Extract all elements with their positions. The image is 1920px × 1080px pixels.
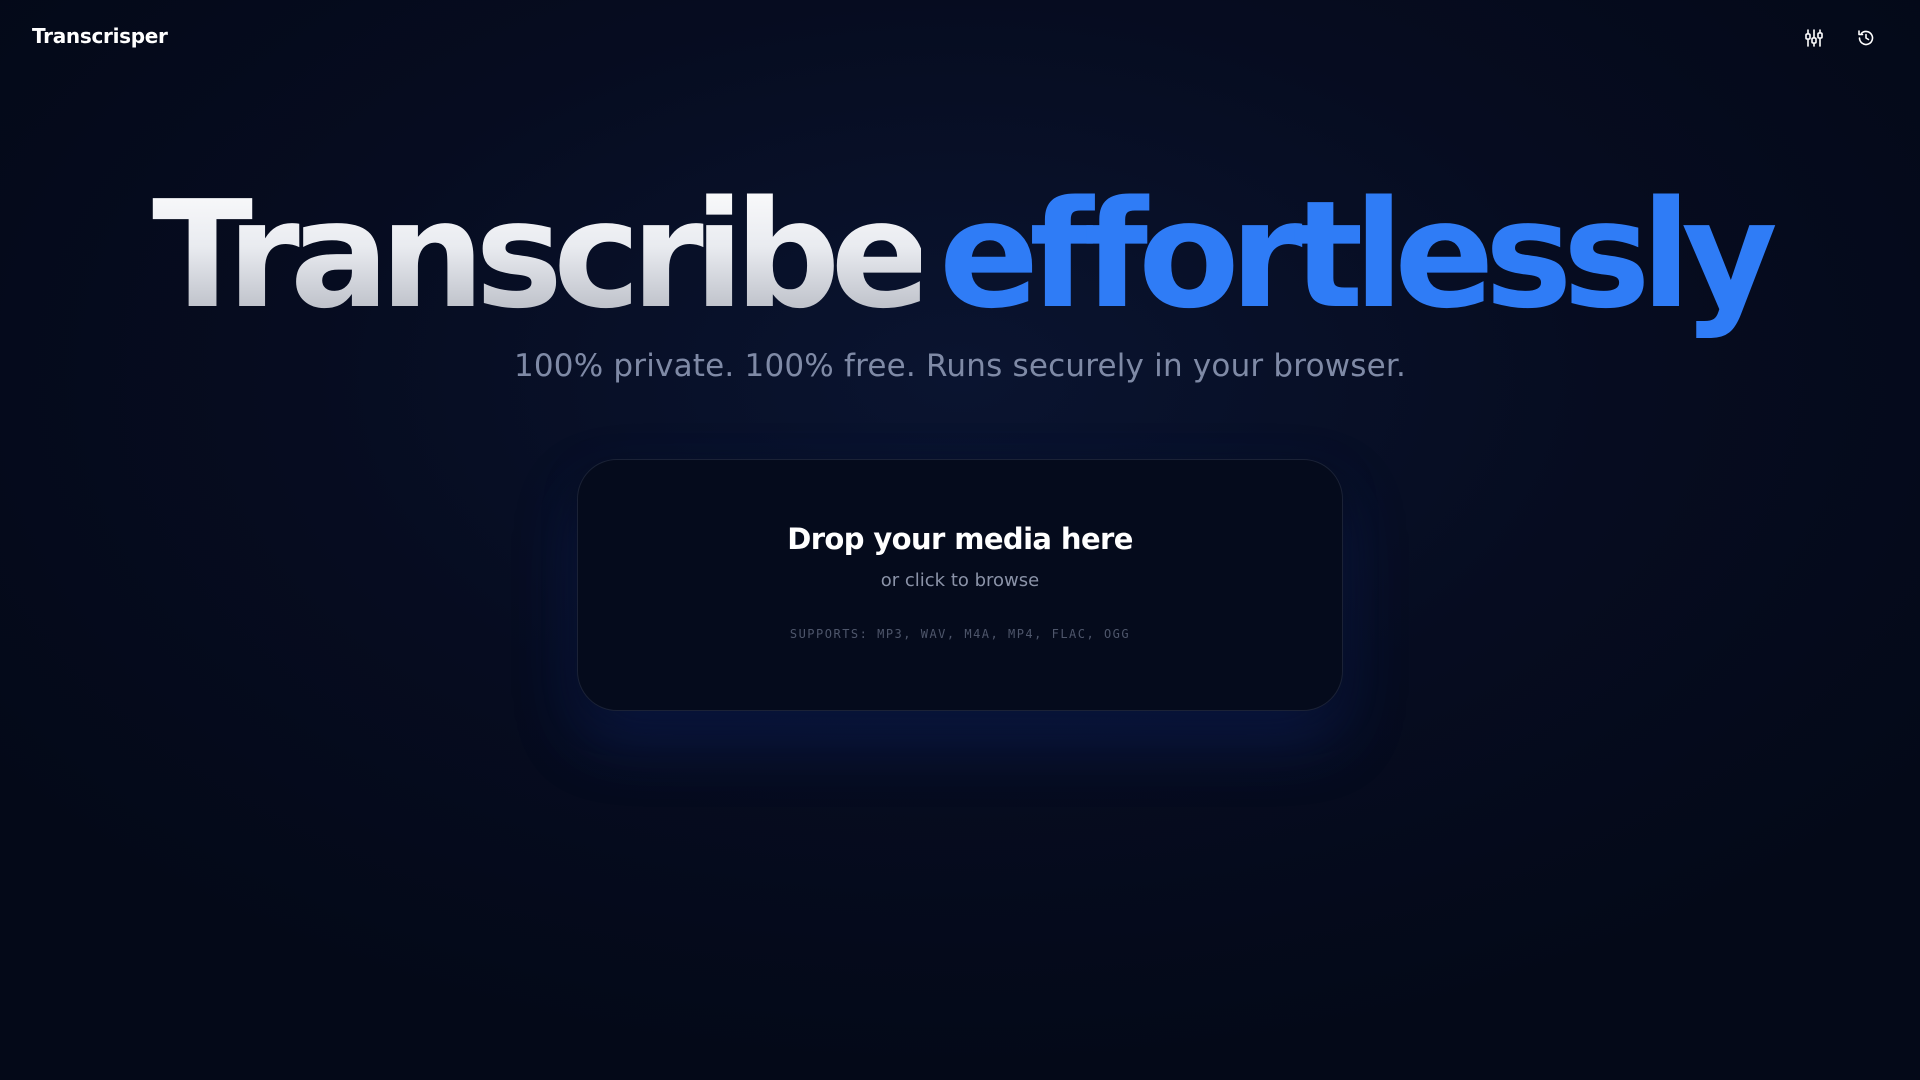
hero-title-primary: Transcribe — [152, 169, 931, 341]
supported-formats: SUPPORTS: MP3, WAV, M4A, MP4, FLAC, OGG — [789, 627, 1131, 641]
dropzone-title: Drop your media here — [787, 522, 1133, 556]
hero-title: Transcribe effortlessly — [0, 175, 1920, 335]
settings-button[interactable] — [1796, 20, 1832, 56]
dropzone-browse-hint: or click to browse — [880, 570, 1040, 591]
sliders-icon — [1804, 28, 1824, 48]
hero-title-accent: effortlessly — [938, 169, 1778, 341]
history-icon — [1856, 28, 1876, 48]
media-dropzone[interactable]: Drop your media here or click to browse … — [577, 459, 1343, 711]
hero-subtitle: 100% private. 100% free. Runs securely i… — [513, 348, 1407, 384]
brand-logo[interactable]: Transcrisper — [32, 24, 168, 48]
history-button[interactable] — [1848, 20, 1884, 56]
top-bar: Transcrisper — [0, 0, 1920, 76]
